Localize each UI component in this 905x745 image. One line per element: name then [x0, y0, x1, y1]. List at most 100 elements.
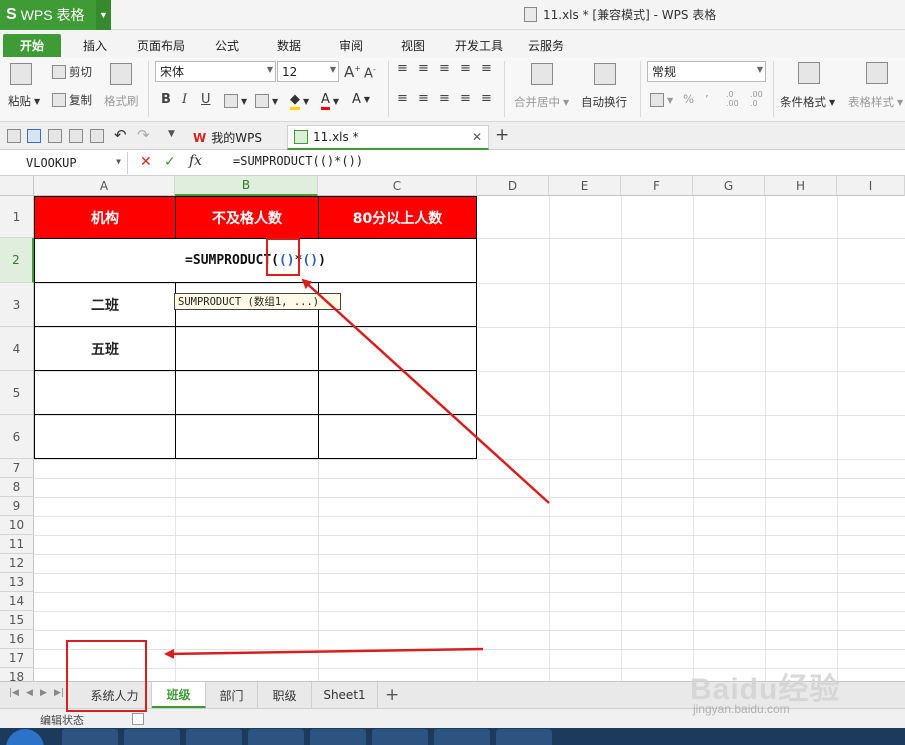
select-all-corner[interactable]	[0, 176, 34, 196]
chevron-down-icon[interactable]: ▼	[96, 0, 111, 30]
paste-button[interactable]: 粘贴 ▼	[8, 93, 40, 109]
paste-icon[interactable]	[10, 63, 32, 85]
font-color-button[interactable]: A ▼	[321, 92, 339, 110]
row-header-11[interactable]: 11	[0, 535, 34, 554]
row-header-18[interactable]: 18	[0, 668, 34, 681]
align-right-icon[interactable]: ≡	[439, 91, 450, 106]
cell-a6[interactable]	[34, 414, 176, 459]
name-box[interactable]: VLOOKUP ▼	[0, 152, 128, 174]
cell-a3[interactable]: 二班	[34, 282, 176, 327]
tab-review[interactable]: 审阅	[328, 34, 374, 57]
copy-button[interactable]: 复制	[52, 92, 92, 108]
number-format-select[interactable]: 常规 ▼	[647, 61, 766, 82]
align-middle-icon[interactable]: ≡	[418, 61, 429, 76]
redo-icon[interactable]: ↷	[137, 126, 150, 144]
cancel-icon[interactable]: ✕	[140, 154, 152, 170]
bold-button[interactable]: B	[161, 92, 171, 107]
sheet-tab-department[interactable]: 部门	[206, 682, 258, 708]
row-header-16[interactable]: 16	[0, 630, 34, 649]
increase-decimal-button[interactable]: .0 .00	[726, 90, 746, 108]
cell-b6[interactable]	[175, 414, 319, 459]
chevron-down-icon[interactable]: ▼	[168, 129, 175, 139]
taskbar-explorer-icon[interactable]	[62, 729, 118, 745]
taskbar-search-icon[interactable]	[248, 729, 304, 745]
align-bottom-icon[interactable]: ≡	[439, 61, 450, 76]
new-tab-button[interactable]: +	[495, 125, 509, 145]
tab-formulas[interactable]: 公式	[204, 34, 250, 57]
cell-c3[interactable]	[318, 282, 477, 327]
row-header-9[interactable]: 9	[0, 497, 34, 516]
last-sheet-icon[interactable]: ▶|	[54, 688, 64, 698]
percent-button[interactable]: %	[683, 92, 694, 106]
font-size-select[interactable]: 12 ▼	[277, 61, 339, 82]
tab-insert[interactable]: 插入	[70, 34, 120, 57]
tab-data[interactable]: 数据	[266, 34, 312, 57]
undo-icon[interactable]: ↶	[114, 126, 127, 144]
formula-input[interactable]: =SUMPRODUCT(()*())	[233, 154, 363, 168]
cut-button[interactable]: 剪切	[52, 64, 92, 80]
row-header-2[interactable]: 2	[0, 238, 34, 283]
row-header-12[interactable]: 12	[0, 554, 34, 573]
cell-a4[interactable]: 五班	[34, 326, 176, 371]
row-header-3[interactable]: 3	[0, 283, 34, 327]
align-top-icon[interactable]: ≡	[397, 61, 408, 76]
conditional-format-button[interactable]: 条件格式 ▼	[780, 94, 835, 110]
wps-menu-button[interactable]: S WPS 表格 ▼	[0, 0, 111, 30]
row-header-10[interactable]: 10	[0, 516, 34, 535]
row-header-13[interactable]: 13	[0, 573, 34, 592]
sheet-tab-sheet1[interactable]: Sheet1	[312, 682, 378, 708]
confirm-icon[interactable]: ✓	[164, 154, 176, 170]
cell-c4[interactable]	[318, 326, 477, 371]
row-header-14[interactable]: 14	[0, 592, 34, 611]
column-header-a[interactable]: A	[34, 176, 175, 196]
column-header-b[interactable]: B	[175, 176, 318, 196]
print-preview-icon[interactable]	[90, 129, 104, 143]
save-icon[interactable]	[27, 129, 41, 143]
sheet-tab-system-hr[interactable]: 系统人力	[78, 682, 152, 708]
sheet-tab-class[interactable]: 班级	[152, 682, 206, 708]
next-sheet-icon[interactable]: ▶	[40, 688, 47, 698]
distributed-icon[interactable]: ≡	[481, 91, 492, 106]
comma-button[interactable]: ٬	[705, 92, 709, 106]
align-left-icon[interactable]: ≡	[397, 91, 408, 106]
indent-increase-icon[interactable]: ≡	[481, 61, 492, 76]
justify-icon[interactable]: ≡	[460, 91, 471, 106]
cell-b5[interactable]	[175, 370, 319, 415]
cell-a5[interactable]	[34, 370, 176, 415]
underline-button[interactable]: U	[201, 92, 211, 107]
increase-font-icon[interactable]: A+	[344, 63, 361, 81]
add-sheet-button[interactable]: +	[385, 685, 399, 705]
cell-c5[interactable]	[318, 370, 477, 415]
spreadsheet-grid[interactable]: A B C D E F G H I 1 2 3 4 5 6 7 8 9 10 1…	[0, 176, 905, 681]
row-header-15[interactable]: 15	[0, 611, 34, 630]
format-painter-icon[interactable]	[110, 63, 132, 85]
column-header-e[interactable]: E	[549, 176, 621, 196]
tab-page-layout[interactable]: 页面布局	[128, 34, 194, 57]
doc-tab-file[interactable]: 11.xls * ✕	[287, 125, 489, 150]
first-sheet-icon[interactable]: |◀	[9, 688, 19, 698]
row-header-8[interactable]: 8	[0, 478, 34, 497]
merge-center-button[interactable]: 合并居中 ▼	[514, 94, 569, 110]
column-header-c[interactable]: C	[318, 176, 477, 196]
row-header-7[interactable]: 7	[0, 459, 34, 478]
tab-developer[interactable]: 开发工具	[448, 34, 510, 57]
align-center-icon[interactable]: ≡	[418, 91, 429, 106]
tab-view[interactable]: 视图	[390, 34, 436, 57]
prev-sheet-icon[interactable]: ◀	[26, 688, 33, 698]
sheet-tab-rank[interactable]: 职级	[258, 682, 312, 708]
row-header-17[interactable]: 17	[0, 649, 34, 668]
wrap-text-button[interactable]: 自动换行	[581, 94, 627, 110]
macro-record-icon[interactable]	[132, 713, 144, 725]
taskbar-app-icon[interactable]	[186, 729, 242, 745]
cell-c6[interactable]	[318, 414, 477, 459]
cell-c1[interactable]: 80分以上人数	[318, 196, 477, 239]
table-style-button[interactable]: 表格样式 ▼	[848, 94, 903, 110]
taskbar-ie-icon[interactable]	[310, 729, 366, 745]
taskbar-window-icon[interactable]	[434, 729, 490, 745]
tab-cloud[interactable]: 云服务	[520, 34, 572, 57]
conditional-format-icon[interactable]	[798, 62, 820, 84]
merge-center-icon[interactable]	[531, 63, 553, 85]
column-header-i[interactable]: I	[837, 176, 905, 196]
indent-decrease-icon[interactable]: ≡	[460, 61, 471, 76]
insert-function-icon[interactable]: fx	[189, 153, 202, 169]
